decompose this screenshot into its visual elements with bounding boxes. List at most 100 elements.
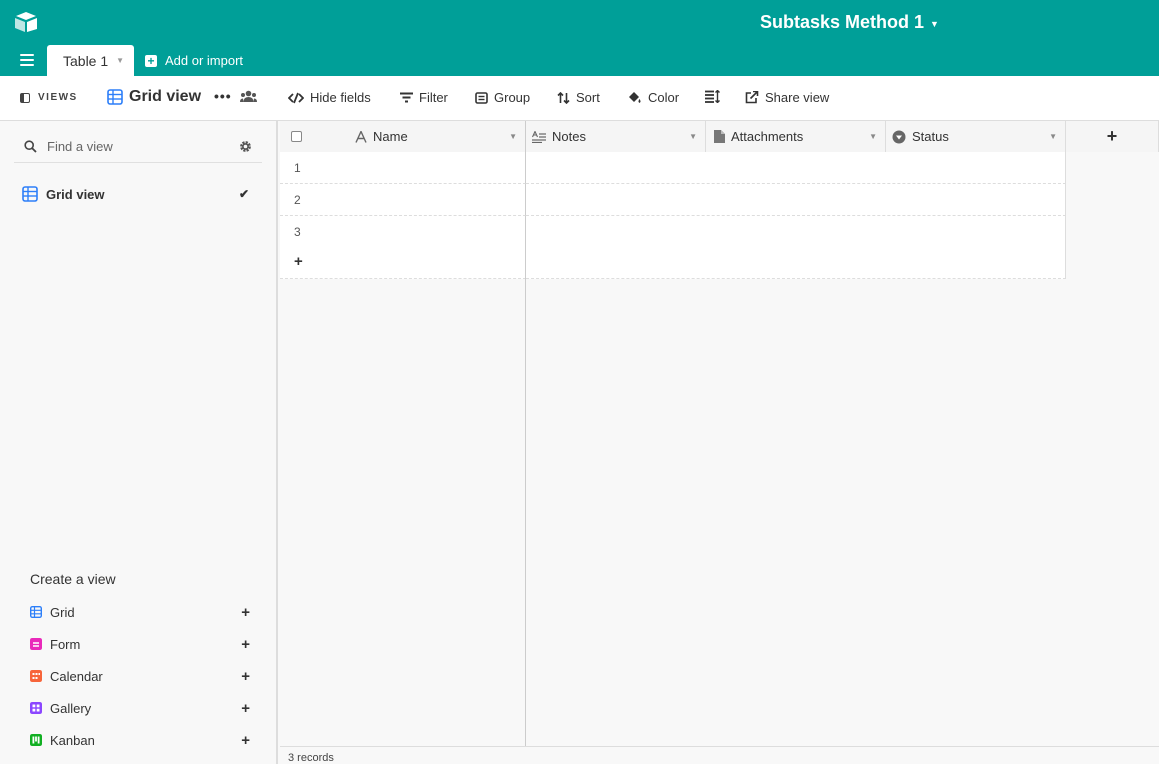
plus-icon[interactable]: + — [241, 732, 250, 749]
share-view-button[interactable]: Share view — [745, 90, 829, 105]
group-button[interactable]: Group — [475, 90, 530, 105]
tab-table-1[interactable]: Table 1 ▼ — [47, 45, 134, 76]
frozen-column-divider — [525, 278, 526, 764]
plus-icon[interactable]: + — [241, 668, 250, 685]
create-form-view[interactable]: Form + — [30, 634, 250, 654]
row-cells[interactable] — [526, 152, 1066, 184]
row-number: 1 — [280, 152, 526, 184]
grid-view-icon — [22, 186, 38, 202]
color-label: Color — [648, 90, 680, 105]
chevron-down-icon[interactable]: ▼ — [509, 132, 517, 141]
group-icon — [475, 91, 488, 104]
create-item-label: Form — [50, 636, 81, 652]
column-label: Attachments — [731, 129, 804, 144]
row-cells[interactable] — [526, 216, 1066, 248]
create-item-label: Gallery — [50, 700, 92, 716]
views-sidebar-toggle[interactable]: VIEWS — [20, 92, 78, 103]
paint-bucket-icon — [629, 92, 641, 103]
add-field-button[interactable]: + — [1066, 121, 1159, 152]
tab-label: Table 1 — [63, 52, 109, 69]
record-count: 3 records — [288, 752, 334, 764]
plus-icon[interactable]: + — [241, 700, 250, 717]
row-height-button[interactable] — [705, 90, 726, 103]
table-row[interactable]: 3 — [280, 216, 1066, 248]
column-label: Notes — [552, 129, 586, 144]
data-grid: Name ▼ Notes ▼ Attachments ▼ Status ▼ + … — [280, 121, 1159, 764]
add-or-import-button[interactable]: + Add or import — [145, 53, 243, 68]
more-icon: ••• — [214, 88, 232, 104]
filter-button[interactable]: Filter — [400, 90, 448, 105]
sort-label: Sort — [576, 90, 600, 105]
search-icon — [24, 140, 37, 153]
row-number: 3 — [280, 216, 526, 248]
plus-icon: + — [145, 54, 157, 67]
app-header: Subtasks Method 1 ▼ Table 1 ▼ + Add or i… — [0, 0, 1159, 76]
color-button[interactable]: Color — [627, 90, 679, 105]
plus-icon: + — [1106, 126, 1118, 146]
grid-view-icon — [107, 89, 123, 105]
gear-icon[interactable] — [239, 140, 252, 153]
plus-icon[interactable]: + — [280, 247, 526, 279]
long-text-icon — [532, 130, 546, 143]
column-header-notes[interactable]: Notes ▼ — [526, 121, 706, 152]
chevron-down-icon[interactable]: ▼ — [869, 132, 877, 141]
collaborative-view-icon[interactable] — [240, 90, 263, 103]
current-view-label: Grid view — [129, 88, 202, 105]
views-sidebar: Grid view ✔ Create a view Grid + Form + — [0, 121, 278, 764]
create-grid-view[interactable]: Grid + — [30, 602, 250, 622]
chevron-down-icon[interactable]: ▼ — [1049, 132, 1057, 141]
attachment-icon — [714, 130, 725, 143]
grid-header-row: Name ▼ Notes ▼ Attachments ▼ Status ▼ + — [280, 121, 1159, 152]
view-more-button[interactable]: ••• — [214, 88, 232, 104]
add-or-import-label: Add or import — [165, 53, 244, 68]
group-label: Group — [494, 90, 531, 105]
sidebar-icon — [20, 92, 30, 103]
filter-label: Filter — [419, 90, 448, 105]
column-label: Status — [912, 129, 949, 144]
column-header-name[interactable]: Name ▼ — [280, 121, 526, 152]
grid-icon — [30, 606, 42, 618]
table-row[interactable]: 2 — [280, 184, 1066, 216]
kanban-icon — [30, 734, 42, 746]
chevron-down-icon[interactable]: ▼ — [116, 56, 124, 65]
hide-fields-label: Hide fields — [310, 90, 371, 105]
sort-button[interactable]: Sort — [557, 90, 600, 105]
single-select-icon — [892, 130, 906, 143]
create-view-heading: Create a view — [30, 571, 116, 587]
create-item-label: Grid — [50, 604, 75, 620]
sidebar-view-grid-view[interactable]: Grid view ✔ — [14, 179, 262, 209]
airtable-logo-icon[interactable] — [14, 11, 38, 33]
column-header-status[interactable]: Status ▼ — [886, 121, 1066, 152]
grid-footer: 3 records — [280, 746, 1159, 764]
column-label: Name — [373, 129, 408, 144]
text-field-icon — [355, 130, 367, 143]
share-icon — [745, 91, 759, 104]
row-cells[interactable] — [526, 184, 1066, 216]
create-item-label: Kanban — [50, 732, 95, 748]
find-view-search — [14, 131, 262, 163]
sort-icon — [557, 91, 570, 104]
base-title[interactable]: Subtasks Method 1 ▼ — [760, 12, 939, 33]
create-calendar-view[interactable]: Calendar + — [30, 666, 250, 686]
row-number: 2 — [280, 184, 526, 216]
column-header-attachments[interactable]: Attachments ▼ — [706, 121, 886, 152]
gallery-icon — [30, 702, 42, 714]
plus-icon[interactable]: + — [241, 636, 250, 653]
create-gallery-view[interactable]: Gallery + — [30, 698, 250, 718]
add-row-button[interactable]: + — [280, 247, 1066, 279]
view-toolbar: VIEWS Grid view ••• Hide fields Filter G… — [0, 76, 1159, 121]
hide-fields-icon — [288, 92, 304, 103]
base-title-text: Subtasks Method 1 — [760, 12, 925, 32]
form-icon — [30, 638, 42, 650]
add-row-area[interactable] — [526, 247, 1066, 279]
create-kanban-view[interactable]: Kanban + — [30, 730, 250, 750]
current-view-switcher[interactable]: Grid view — [107, 88, 201, 106]
plus-icon[interactable]: + — [241, 604, 250, 621]
chevron-down-icon[interactable]: ▼ — [689, 132, 697, 141]
hamburger-menu-icon[interactable] — [20, 54, 34, 66]
select-all-checkbox[interactable] — [291, 131, 302, 142]
hide-fields-button[interactable]: Hide fields — [288, 90, 371, 105]
table-row[interactable]: 1 — [280, 152, 1066, 184]
find-view-input[interactable] — [47, 139, 227, 154]
checkmark-icon: ✔ — [238, 187, 249, 201]
